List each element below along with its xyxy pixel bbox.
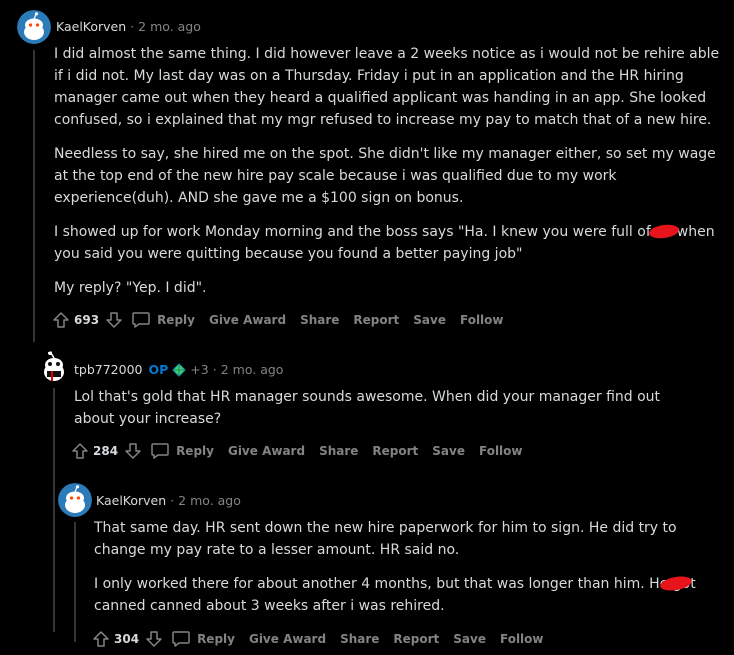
comment-paragraph: I only worked there for about another 4 … (94, 573, 704, 617)
comment-paragraph: That same day. HR sent down the new hire… (94, 520, 677, 558)
comment-body: I did almost the same thing. I did howev… (54, 43, 720, 311)
report-button[interactable]: Report (372, 444, 418, 458)
thread-line[interactable] (53, 388, 55, 632)
reply-button[interactable]: Reply (150, 442, 214, 460)
thread-line[interactable] (33, 50, 35, 342)
reply-label: Reply (157, 313, 195, 327)
share-button[interactable]: Share (340, 632, 379, 646)
comment-header: KaelKorven · 2 mo. ago (96, 493, 241, 508)
username[interactable]: KaelKorven (96, 493, 166, 508)
comment-body: Lol that's gold that HR manager sounds a… (74, 386, 694, 442)
comment-paragraph: Needless to say, she hired me on the spo… (54, 146, 716, 206)
comment-actions: 693 Reply Give Award Share Report Save F… (52, 311, 518, 329)
avatar[interactable] (17, 10, 51, 44)
vote-score: 304 (114, 632, 140, 646)
separator-dot: · (130, 19, 135, 34)
comment-actions: 304 Reply Give Award Share Report Save F… (92, 630, 558, 648)
avatar[interactable] (37, 351, 71, 385)
snoo-avatar-icon (44, 351, 64, 381)
give-award-button[interactable]: Give Award (209, 313, 286, 327)
reply-button[interactable]: Reply (171, 630, 235, 648)
timestamp: 2 mo. ago (178, 493, 241, 508)
thread-line[interactable] (74, 522, 76, 642)
save-button[interactable]: Save (453, 632, 486, 646)
upvote-icon[interactable] (71, 442, 89, 460)
chat-bubble-icon (132, 312, 150, 328)
comment-text: canned canned about 3 weeks after i was … (94, 598, 445, 614)
snoo-avatar-icon (58, 483, 92, 517)
downvote-icon[interactable] (124, 442, 142, 460)
reply-button[interactable]: Reply (131, 311, 195, 329)
upvote-icon[interactable] (92, 630, 110, 648)
save-button[interactable]: Save (413, 313, 446, 327)
separator-dot: · (170, 493, 175, 508)
user-flair: +3 (190, 362, 209, 377)
comment-paragraph: Lol that's gold that HR manager sounds a… (74, 389, 661, 427)
follow-button[interactable]: Follow (460, 313, 504, 327)
comment-thread: KaelKorven · 2 mo. ago I did almost the … (0, 0, 734, 655)
op-badge: OP (148, 362, 169, 377)
reply-label: Reply (197, 632, 235, 646)
comment-body: That same day. HR sent down the new hire… (94, 517, 704, 629)
chat-bubble-icon (172, 631, 190, 647)
follow-button[interactable]: Follow (500, 632, 544, 646)
chat-bubble-icon (151, 443, 169, 459)
comment-paragraph: I showed up for work Monday morning and … (54, 221, 720, 265)
follow-button[interactable]: Follow (479, 444, 523, 458)
report-button[interactable]: Report (353, 313, 399, 327)
username[interactable]: tpb772000 (74, 362, 143, 377)
share-button[interactable]: Share (300, 313, 339, 327)
upvote-icon[interactable] (52, 311, 70, 329)
snoo-avatar-icon (17, 10, 51, 44)
report-button[interactable]: Report (393, 632, 439, 646)
give-award-button[interactable]: Give Award (249, 632, 326, 646)
downvote-icon[interactable] (105, 311, 123, 329)
comment-text: I only worked there for about another 4 … (94, 576, 696, 592)
separator-dot: · (212, 362, 217, 377)
comment-actions: 284 Reply Give Award Share Report Save F… (71, 442, 537, 460)
comment-paragraph: My reply? "Yep. I did". (54, 280, 207, 296)
redaction-mark (648, 222, 680, 241)
comment-paragraph: I did almost the same thing. I did howev… (54, 46, 720, 128)
comment-header: KaelKorven · 2 mo. ago (56, 19, 201, 34)
vote-score: 693 (74, 313, 100, 327)
diamond-icon (172, 362, 187, 377)
comment-header: tpb772000 OP +3 · 2 mo. ago (74, 362, 283, 377)
timestamp: 2 mo. ago (220, 362, 284, 377)
vote-score: 284 (93, 444, 119, 458)
timestamp: 2 mo. ago (138, 19, 201, 34)
share-button[interactable]: Share (319, 444, 358, 458)
comment-text: I showed up for work Monday morning and … (54, 224, 651, 240)
username[interactable]: KaelKorven (56, 19, 126, 34)
avatar[interactable] (58, 483, 92, 517)
save-button[interactable]: Save (432, 444, 465, 458)
reply-label: Reply (176, 444, 214, 458)
downvote-icon[interactable] (145, 630, 163, 648)
give-award-button[interactable]: Give Award (228, 444, 305, 458)
